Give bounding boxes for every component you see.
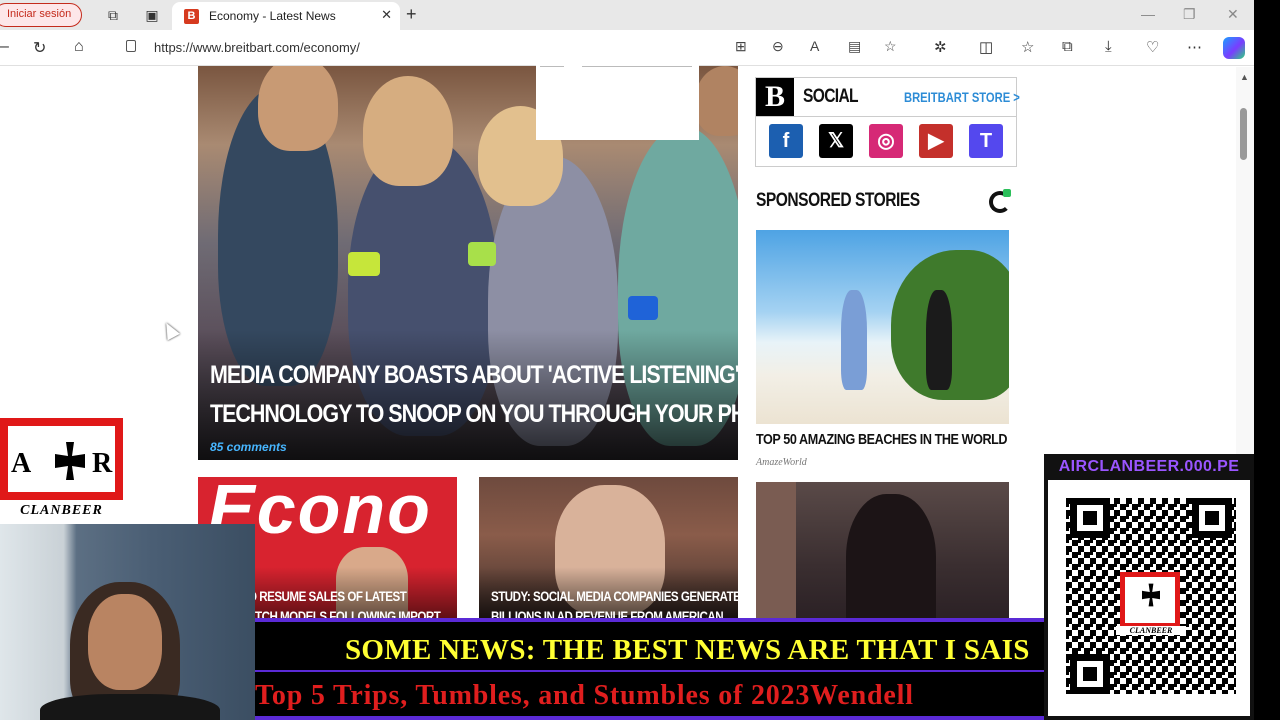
instagram-icon[interactable]: ◎ xyxy=(869,124,903,158)
iron-cross-icon xyxy=(55,442,85,480)
x-icon[interactable]: 𝕏 xyxy=(819,124,853,158)
breitbart-store-link[interactable]: BREITBART STORE > xyxy=(904,89,1020,105)
hero-photo-phone xyxy=(628,296,658,320)
iron-cross-icon xyxy=(1142,583,1160,607)
lock-icon[interactable] xyxy=(126,40,136,52)
hero-headline[interactable]: MEDIA COMPANY BOASTS ABOUT 'ACTIVE LISTE… xyxy=(210,356,738,434)
qr-finder xyxy=(1070,654,1110,694)
ticker-line2: Top 5 Trips, Tumbles, and Stumbles of 20… xyxy=(255,680,914,711)
qr-clan-name: CLANBEER xyxy=(1116,626,1186,635)
right-black-bar xyxy=(1254,0,1280,720)
browser-essentials-icon[interactable]: ♡ xyxy=(1146,38,1159,56)
copilot-icon[interactable] xyxy=(1223,37,1245,59)
card-headline[interactable]: STUDY: SOCIAL MEDIA COMPANIES GENERATE B… xyxy=(491,587,738,622)
sponsored-image-beach[interactable] xyxy=(756,230,1009,424)
sponsored-source: AmazeWorld xyxy=(756,457,807,468)
card-headline[interactable]: O RESUME SALES OF LATEST ATCH MODELS FOL… xyxy=(248,587,454,622)
couple-silhouette xyxy=(846,494,936,622)
back-icon[interactable]: – xyxy=(0,38,9,56)
divider xyxy=(756,116,1016,117)
hero-photo-phone xyxy=(348,252,380,276)
qr-inner: AIRCLANBEER.000.PE CLANBEER xyxy=(1044,454,1254,720)
hero-headline-line2: TECHNOLOGY TO SNOOP ON YOU THROUGH YOUR … xyxy=(210,400,738,428)
hero-photo-figure xyxy=(695,66,738,136)
zoom-icon[interactable]: ⊖ xyxy=(772,38,784,55)
minimize-icon[interactable]: — xyxy=(1141,6,1155,22)
ad-line xyxy=(582,66,692,67)
card-headline-line1: O RESUME SALES OF LATEST xyxy=(248,589,407,604)
breitbart-favicon-icon: B xyxy=(184,9,199,24)
workspaces-icon[interactable]: ⧉ xyxy=(104,6,122,24)
qr-finder xyxy=(1070,498,1110,538)
ticker-line1: SOME NEWS: THE BEST NEWS ARE THAT I SAIS xyxy=(345,634,1030,666)
hero-photo-figure xyxy=(363,76,453,186)
ticker-band xyxy=(255,618,1045,622)
tab-economy[interactable]: B Economy - Latest News ✕ xyxy=(172,2,400,30)
clan-logo: A R CLANBEER xyxy=(0,418,123,522)
refresh-icon[interactable]: ↻ xyxy=(33,38,46,58)
outbrain-dot-icon xyxy=(1003,189,1011,197)
ticker-band xyxy=(255,716,1045,720)
window-frame xyxy=(756,482,796,622)
apps-icon[interactable]: ⊞ xyxy=(735,38,747,55)
hero-photo-phone xyxy=(468,242,496,266)
more-options-icon[interactable]: ⋯ xyxy=(1187,38,1202,56)
youtube-icon[interactable]: ▶ xyxy=(919,124,953,158)
social-widget: B SOCIAL BREITBART STORE > f 𝕏 ◎ ▶ T xyxy=(755,77,1020,167)
signin-label: Iniciar sesión xyxy=(7,8,72,20)
sponsored-heading: SPONSORED STORIES xyxy=(756,190,920,211)
downloads-icon[interactable]: ⤓ xyxy=(1105,38,1112,55)
hero-photo-figure xyxy=(258,66,338,151)
ticker-band xyxy=(255,670,1045,672)
ad-placeholder xyxy=(536,60,699,140)
clan-letter-left: A xyxy=(11,448,32,479)
read-aloud-icon[interactable]: A xyxy=(810,38,819,54)
tab-bar: Iniciar sesión ⧉ ▣ B Economy - Latest Ne… xyxy=(0,0,1280,30)
screen: Iniciar sesión ⧉ ▣ B Economy - Latest Ne… xyxy=(0,0,1280,720)
webcam-feed xyxy=(0,524,255,720)
news-ticker: SOME NEWS: THE BEST NEWS ARE THAT I SAIS… xyxy=(255,618,1045,720)
qr-panel: AIRCLANBEER.000.PE CLANBEER xyxy=(1044,454,1254,720)
breitbart-logo-icon[interactable]: B xyxy=(756,78,794,116)
beach-figure xyxy=(926,290,952,390)
truth-social-icon[interactable]: T xyxy=(969,124,1003,158)
qr-code[interactable]: CLANBEER xyxy=(1048,480,1250,716)
qr-clan-badge xyxy=(1120,572,1180,628)
sponsored-title[interactable]: TOP 50 AMAZING BEACHES IN THE WORLD xyxy=(756,431,1008,448)
tab-title: Economy - Latest News xyxy=(209,9,336,23)
extensions-icon[interactable]: ✲ xyxy=(934,38,947,56)
clan-flag: A R xyxy=(0,418,123,500)
close-window-icon[interactable]: ✕ xyxy=(1227,6,1239,23)
sponsored-image-couple[interactable] xyxy=(756,482,1009,622)
omnibox[interactable]: https://www.breitbart.com/economy/ ⊞ ⊖ A… xyxy=(110,35,910,61)
article-card[interactable]: STUDY: SOCIAL MEDIA COMPANIES GENERATE B… xyxy=(479,477,738,622)
maximize-icon[interactable]: ❐ xyxy=(1183,6,1196,23)
hero-headline-line1: MEDIA COMPANY BOASTS ABOUT 'ACTIVE LISTE… xyxy=(210,361,738,389)
webcam-face xyxy=(88,594,162,690)
split-screen-icon[interactable]: ◫ xyxy=(979,38,993,56)
home-icon[interactable]: ⌂ xyxy=(74,38,84,56)
url-text[interactable]: https://www.breitbart.com/economy/ xyxy=(154,40,360,55)
signin-button[interactable]: Iniciar sesión xyxy=(0,3,83,27)
facebook-icon[interactable]: f xyxy=(769,124,803,158)
webcam-shirt xyxy=(40,694,220,720)
tab-actions-icon[interactable]: ▣ xyxy=(143,6,161,24)
ad-line xyxy=(540,66,564,67)
new-tab-icon[interactable]: + xyxy=(406,4,417,25)
favorites-icon[interactable]: ☆ xyxy=(1021,38,1034,56)
card-headline-line1: STUDY: SOCIAL MEDIA COMPANIES GENERATE xyxy=(491,589,738,604)
scroll-up-icon[interactable]: ▲ xyxy=(1240,72,1249,82)
favorite-star-icon[interactable]: ☆ xyxy=(884,38,897,55)
qr-site: AIRCLANBEER.000.PE xyxy=(1058,458,1240,475)
immersive-reader-icon[interactable]: ▤ xyxy=(848,38,861,55)
qr-finder xyxy=(1192,498,1232,538)
close-tab-icon[interactable]: ✕ xyxy=(381,7,392,23)
beach-figure xyxy=(841,290,867,390)
hero-comments-link[interactable]: 85 comments xyxy=(210,440,287,454)
clan-name: CLANBEER xyxy=(20,503,103,518)
social-label: SOCIAL xyxy=(803,86,859,107)
clan-letter-right: R xyxy=(92,448,113,479)
collections-icon[interactable]: ⧉ xyxy=(1062,38,1073,55)
scrollbar-thumb[interactable] xyxy=(1240,108,1247,160)
